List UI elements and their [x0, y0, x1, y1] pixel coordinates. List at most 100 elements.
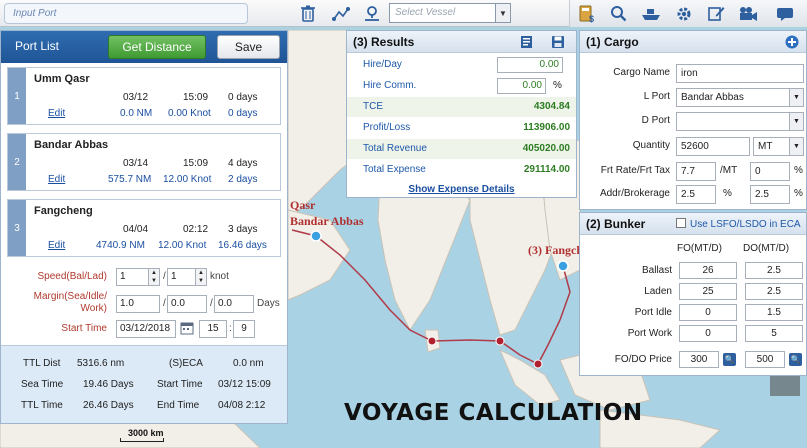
chevron-down-icon[interactable]: ▼	[789, 89, 803, 106]
gear-icon[interactable]	[673, 3, 695, 24]
right-toolbar: $	[569, 0, 807, 27]
port-days: 4 days	[228, 158, 258, 169]
hire-day-label: Hire/Day	[363, 59, 402, 70]
margin-sea-input[interactable]: 1.0	[116, 295, 160, 313]
map-label-qasr: Qasr	[290, 198, 316, 212]
port-idle-do-input[interactable]: 1.5	[745, 304, 803, 321]
show-expense-details-link[interactable]: Show Expense Details	[347, 184, 576, 195]
cargo-name-input[interactable]: iron	[676, 64, 804, 83]
port-idle-fo-input[interactable]: 0	[679, 304, 737, 321]
port-sea-days: 16.46 days	[218, 240, 267, 251]
vessel-select[interactable]: Select Vessel ▼	[389, 3, 511, 23]
port-edit-link[interactable]: Edit	[48, 240, 65, 251]
vessel-select-placeholder: Select Vessel	[395, 7, 456, 18]
speed-ballast-input[interactable]: 1 ▲ ▼	[116, 268, 160, 286]
speed-label: Speed(Bal/Lad)	[37, 271, 108, 282]
laden-do-input[interactable]: 2.5	[745, 283, 803, 300]
fo-price-search-icon[interactable]: 🔍	[723, 353, 736, 366]
port-speed: 0.00 Knot	[168, 108, 211, 119]
port-date: 04/04	[123, 224, 149, 235]
brokerage-unit: %	[794, 188, 803, 199]
search-icon[interactable]	[607, 3, 629, 24]
margin-idle-input[interactable]: 0.0	[167, 295, 207, 313]
fo-price-input[interactable]: 300	[679, 351, 719, 368]
end-time-value: 04/08 2:12	[218, 400, 266, 411]
hire-comm-input[interactable]: 0.00	[497, 78, 546, 94]
start-hour-input[interactable]: 15	[199, 320, 227, 338]
trash-icon[interactable]	[297, 3, 319, 24]
addr-unit: %	[723, 188, 732, 199]
port-pin-icon[interactable]	[361, 3, 383, 24]
port-list-header: Port List Get Distance Save	[1, 31, 287, 63]
save-icon[interactable]	[551, 35, 565, 52]
ballast-fo-input[interactable]: 26	[679, 262, 737, 279]
chat-icon[interactable]	[774, 3, 796, 24]
port-distance: 0.0 NM	[120, 108, 153, 119]
document-icon[interactable]	[520, 35, 533, 52]
l-port-select[interactable]: Bandar Abbas ▼	[676, 88, 804, 107]
port-name: Bandar Abbas	[34, 139, 109, 151]
eca-checkbox[interactable]: Use LSFO/LSDO in ECA	[676, 218, 801, 230]
slash-separator: /	[210, 298, 213, 309]
margin-work-input[interactable]: 0.0	[214, 295, 254, 313]
video-icon[interactable]	[737, 3, 759, 24]
port-idle-label: Port Idle	[634, 307, 672, 318]
chevron-down-icon[interactable]: ▼	[789, 138, 803, 155]
cargo-header: (1) Cargo	[580, 31, 806, 53]
ship-icon[interactable]	[640, 3, 662, 24]
checkbox-icon[interactable]	[676, 218, 686, 228]
frt-tax-input[interactable]: 0	[750, 162, 790, 181]
addr-input[interactable]: 2.5	[676, 185, 716, 204]
start-date-input[interactable]: 03/12/2018	[116, 320, 176, 338]
port-time: 02:12	[183, 224, 209, 235]
chevron-down-icon[interactable]: ▼	[789, 113, 803, 130]
quantity-unit-select[interactable]: MT ▼	[753, 137, 804, 156]
profit-loss-label: Profit/Loss	[363, 122, 411, 133]
l-port-value: Bandar Abbas	[681, 92, 744, 103]
calculator-icon[interactable]: $	[576, 3, 598, 24]
ballast-do-input[interactable]: 2.5	[745, 262, 803, 279]
port-sea-days: 0 days	[228, 108, 258, 119]
port-sea-days: 2 days	[228, 174, 258, 185]
frt-rate-unit: /MT	[720, 165, 738, 176]
ttl-dist-label: TTL Dist	[23, 358, 61, 369]
total-revenue-value: 405020.00	[522, 143, 570, 154]
start-minute-input[interactable]: 9	[233, 320, 255, 338]
edit-icon[interactable]	[705, 3, 727, 24]
addr-brokerage-label: Addr/Brokerage	[599, 188, 670, 199]
port-card[interactable]: 1 Umm Qasr 03/12 15:09 0 days Edit 0.0 N…	[7, 67, 281, 125]
bunker-title: (2) Bunker	[586, 217, 646, 231]
port-index: 2	[8, 134, 26, 190]
port-edit-link[interactable]: Edit	[48, 174, 65, 185]
brokerage-input[interactable]: 2.5	[750, 185, 790, 204]
save-button[interactable]: Save	[217, 35, 280, 59]
seca-label: (S)ECA	[169, 358, 203, 369]
port-work-do-input[interactable]: 5	[745, 325, 803, 342]
port-card[interactable]: 3 Fangcheng 04/04 02:12 3 days Edit 4740…	[7, 199, 281, 257]
do-price-search-icon[interactable]: 🔍	[789, 353, 802, 366]
calendar-icon[interactable]	[180, 321, 194, 338]
frt-rate-label: Frt Rate/Frt Tax	[600, 165, 670, 176]
stepper-icon[interactable]: ▲ ▼	[148, 269, 159, 285]
port-search-input[interactable]: Input Port	[4, 3, 248, 24]
hire-day-input[interactable]: 0.00	[497, 57, 563, 73]
speed-laden-value: 1	[171, 271, 177, 282]
port-edit-link[interactable]: Edit	[48, 108, 65, 119]
frt-rate-input[interactable]: 7.7	[676, 162, 716, 181]
laden-fo-input[interactable]: 25	[679, 283, 737, 300]
route-icon[interactable]	[330, 3, 352, 24]
speed-laden-input[interactable]: 1 ▲ ▼	[167, 268, 207, 286]
port-work-fo-input[interactable]: 0	[679, 325, 737, 342]
quantity-input[interactable]: 52600	[676, 137, 750, 156]
frt-tax-unit: %	[794, 165, 803, 176]
d-port-select[interactable]: ▼	[676, 112, 804, 131]
get-distance-button[interactable]: Get Distance	[108, 35, 206, 59]
port-card[interactable]: 2 Bandar Abbas 03/14 15:09 4 days Edit 5…	[7, 133, 281, 191]
chevron-down-icon[interactable]: ▼	[495, 4, 510, 22]
stepper-icon[interactable]: ▲ ▼	[195, 269, 206, 285]
port-time: 15:09	[183, 158, 209, 169]
port-index: 1	[8, 68, 26, 124]
do-price-input[interactable]: 500	[745, 351, 785, 368]
end-time-label: End Time	[157, 400, 200, 411]
add-cargo-icon[interactable]	[785, 35, 799, 52]
